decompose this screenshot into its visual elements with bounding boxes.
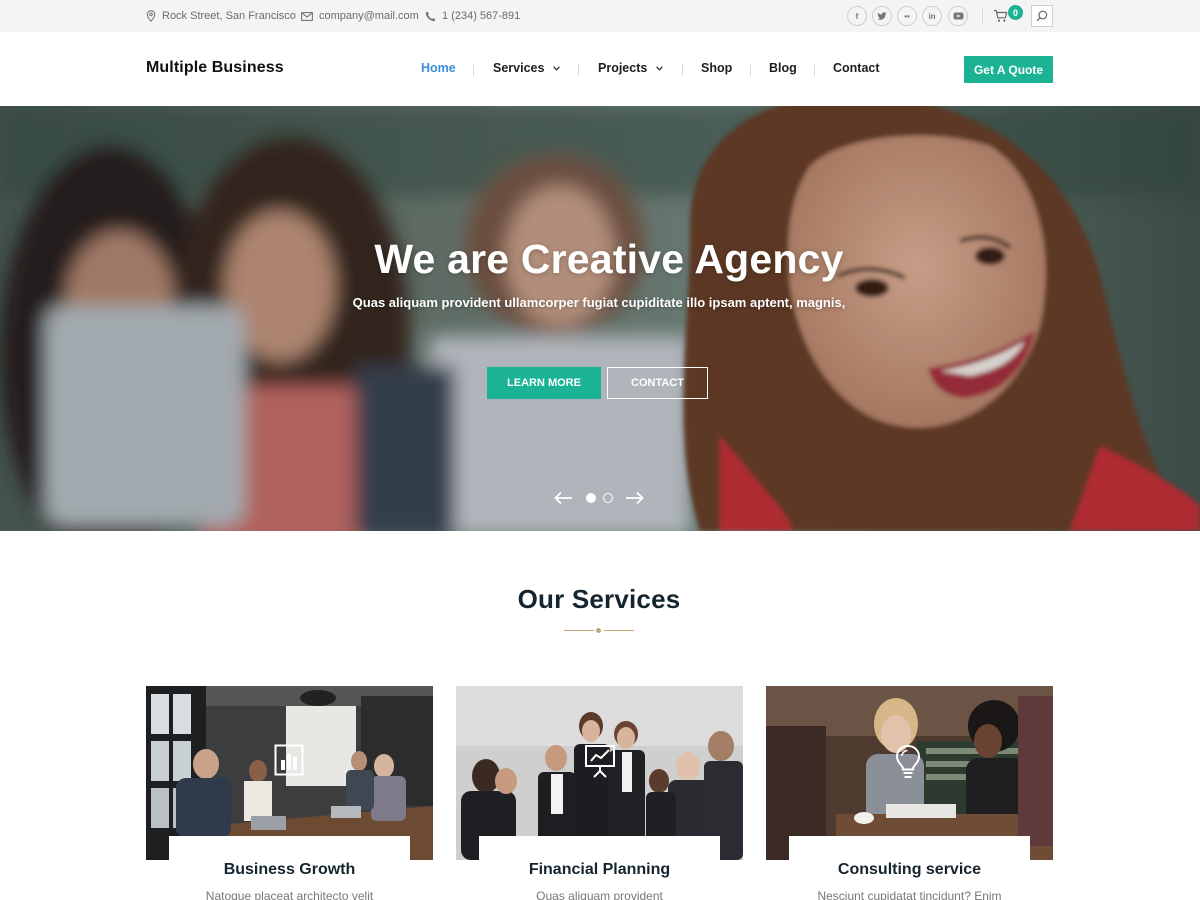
service-card-business-growth[interactable]: Business Growth Natoque placeat architec… bbox=[146, 686, 433, 900]
service-card-description: Nesciunt cupidatat tincidunt? Enim bbox=[817, 889, 1002, 900]
facebook-icon[interactable]: f bbox=[847, 6, 867, 26]
hero-background-image bbox=[0, 106, 1200, 531]
hero-title: We are Creative Agency bbox=[374, 236, 844, 282]
flickr-icon[interactable]: •• bbox=[897, 6, 917, 26]
search-button[interactable] bbox=[1031, 5, 1053, 27]
nav-separator bbox=[578, 64, 579, 76]
email-info[interactable]: company@mail.com bbox=[301, 0, 419, 32]
title-divider-dot bbox=[596, 628, 601, 633]
search-icon bbox=[1036, 10, 1048, 22]
linkedin-icon[interactable]: in bbox=[922, 6, 942, 26]
nav-blog-label: Blog bbox=[769, 61, 797, 75]
nav-contact[interactable]: Contact bbox=[833, 61, 880, 75]
nav-separator bbox=[473, 64, 474, 76]
slider-dot-1[interactable] bbox=[586, 493, 596, 503]
phone-info[interactable]: 1 (234) 567-891 bbox=[425, 0, 520, 32]
address-text: Rock Street, San Francisco bbox=[162, 10, 296, 22]
nav-projects[interactable]: Projects bbox=[598, 61, 664, 75]
nav-home[interactable]: Home bbox=[421, 61, 456, 75]
title-divider bbox=[604, 630, 634, 631]
services-section-title: Our Services bbox=[517, 584, 681, 614]
nav-services[interactable]: Services bbox=[493, 61, 561, 75]
nav-separator bbox=[682, 64, 683, 76]
lightbulb-icon bbox=[895, 744, 921, 778]
address-info: Rock Street, San Francisco bbox=[146, 0, 296, 32]
nav-separator bbox=[750, 64, 751, 76]
service-card-description: Natoque placeat architecto velit bbox=[205, 889, 374, 900]
arrow-left-icon[interactable] bbox=[554, 491, 574, 505]
nav-services-label: Services bbox=[493, 61, 545, 75]
presentation-board-icon bbox=[585, 745, 615, 778]
arrow-right-icon[interactable] bbox=[624, 491, 644, 505]
service-card-title[interactable]: Consulting service bbox=[766, 861, 1053, 879]
service-card-title[interactable]: Business Growth bbox=[146, 861, 433, 879]
nav-home-label: Home bbox=[421, 61, 456, 75]
service-card-title[interactable]: Financial Planning bbox=[456, 861, 743, 879]
service-card-consulting-service[interactable]: Consulting service Nesciunt cupidatat ti… bbox=[766, 686, 1053, 900]
nav-separator bbox=[814, 64, 815, 76]
location-pin-icon bbox=[146, 10, 156, 22]
service-card-description: Quas aliquam provident bbox=[536, 889, 663, 900]
envelope-icon bbox=[301, 11, 313, 21]
nav-blog[interactable]: Blog bbox=[769, 61, 797, 75]
cart-count-badge: 0 bbox=[1008, 5, 1023, 20]
shopping-cart-icon[interactable] bbox=[993, 8, 1009, 24]
nav-contact-label: Contact bbox=[833, 61, 880, 75]
phone-text[interactable]: 1 (234) 567-891 bbox=[442, 10, 520, 22]
youtube-icon[interactable] bbox=[948, 6, 968, 26]
chevron-down-icon bbox=[656, 65, 664, 71]
slider-dot-2[interactable] bbox=[603, 493, 613, 503]
site-logo[interactable]: Multiple Business bbox=[146, 59, 284, 77]
service-card-financial-planning[interactable]: Financial Planning Quas aliquam providen… bbox=[456, 686, 743, 900]
phone-icon bbox=[425, 11, 436, 21]
bar-chart-icon bbox=[274, 744, 304, 776]
hero-slider: We are Creative Agency Quas aliquam prov… bbox=[0, 106, 1200, 531]
chevron-down-icon bbox=[553, 65, 561, 71]
contact-button[interactable]: CONTACT bbox=[607, 367, 708, 399]
learn-more-button[interactable]: LEARN MORE bbox=[487, 367, 601, 399]
hero-subtitle: Quas aliquam provident ullamcorper fugia… bbox=[352, 295, 846, 310]
title-divider bbox=[564, 630, 594, 631]
top-bar: Rock Street, San Francisco company@mail.… bbox=[0, 0, 1200, 32]
nav-shop[interactable]: Shop bbox=[701, 61, 732, 75]
twitter-icon[interactable] bbox=[872, 6, 892, 26]
nav-projects-label: Projects bbox=[598, 61, 648, 75]
get-a-quote-button[interactable]: Get A Quote bbox=[964, 56, 1053, 83]
topbar-divider bbox=[982, 9, 983, 23]
site-header: Multiple Business Home Services Projects… bbox=[0, 32, 1200, 106]
nav-shop-label: Shop bbox=[701, 61, 733, 75]
email-text[interactable]: company@mail.com bbox=[319, 10, 419, 22]
